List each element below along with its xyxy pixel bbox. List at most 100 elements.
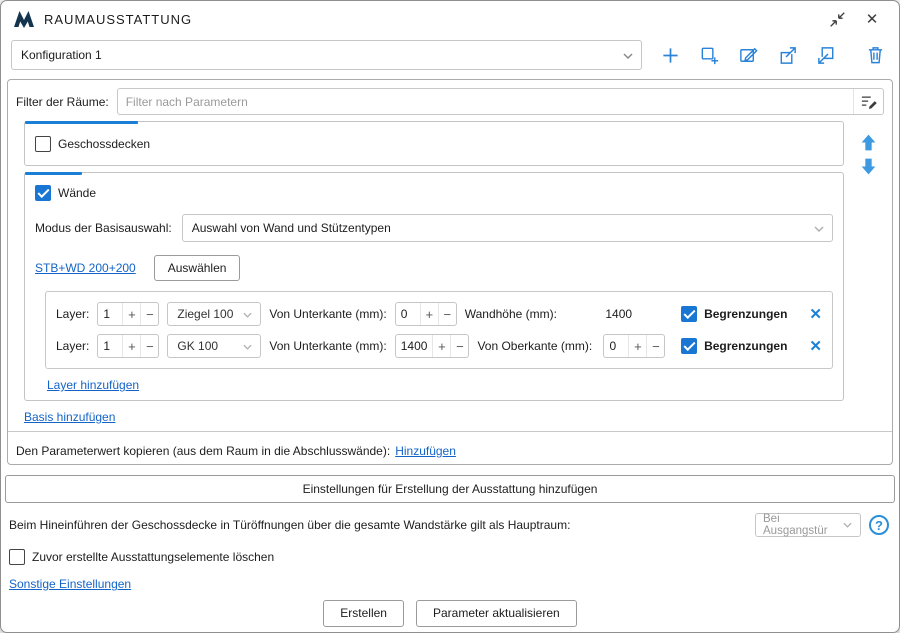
filter-edit-icon[interactable]	[853, 89, 883, 114]
add-configuration-icon[interactable]	[658, 43, 682, 67]
other-settings-link[interactable]: Sonstige Einstellungen	[9, 577, 131, 591]
collapse-window-icon[interactable]	[824, 7, 850, 31]
begrenzungen-checkbox[interactable]	[681, 338, 697, 354]
parameter-aktualisieren-button[interactable]: Parameter aktualisieren	[416, 600, 577, 627]
copy-parameter-add-link[interactable]: Hinzufügen	[395, 444, 456, 458]
begrenzungen-checkbox[interactable]	[681, 306, 697, 322]
chevron-down-icon	[243, 339, 252, 353]
decrement-button[interactable]: −	[140, 303, 158, 325]
wandhoehe-label: Wandhöhe (mm):	[465, 307, 583, 321]
increment-button[interactable]: +	[122, 303, 140, 325]
delete-existing-label: Zuvor erstellte Ausstattungselemente lös…	[32, 550, 274, 564]
delete-configuration-icon[interactable]	[863, 43, 887, 67]
remove-layer-icon[interactable]: ✕	[809, 307, 822, 322]
layer-label: Layer:	[56, 307, 89, 321]
material-select[interactable]: Ziegel 100	[167, 302, 261, 326]
delete-existing-row: Zuvor erstellte Ausstattungselemente lös…	[9, 549, 891, 565]
chevron-down-icon	[623, 48, 633, 62]
waende-label: Wände	[58, 186, 96, 200]
app-logo-icon	[13, 9, 35, 29]
move-up-icon[interactable]	[860, 133, 877, 152]
begrenzungen-group: Begrenzungen	[681, 338, 787, 354]
delete-existing-checkbox[interactable]	[9, 549, 25, 565]
von-unterkante-stepper[interactable]: 0 + −	[395, 302, 457, 326]
edit-configuration-icon[interactable]	[736, 43, 760, 67]
move-down-icon[interactable]	[860, 157, 877, 176]
decrement-button[interactable]: −	[450, 335, 468, 357]
increment-button[interactable]: +	[628, 335, 646, 357]
geschossdecken-check-row: Geschossdecken	[35, 136, 833, 152]
begrenzungen-label: Begrenzungen	[704, 307, 787, 321]
modus-row: Modus der Basisauswahl: Auswahl von Wand…	[35, 214, 833, 242]
begrenzungen-group: Begrenzungen	[681, 306, 787, 322]
filter-row: Filter der Räume:	[8, 86, 892, 121]
sections-list: Geschossdecken Wände Modus der Basisausw…	[24, 121, 844, 424]
increment-button[interactable]: +	[432, 335, 450, 357]
filter-label: Filter der Räume:	[16, 95, 109, 109]
decrement-button[interactable]: −	[646, 335, 664, 357]
modus-label: Modus der Basisauswahl:	[35, 221, 172, 235]
hauptraum-row: Beim Hineinführen der Geschossdecke in T…	[1, 503, 899, 537]
section-tab-indicator	[25, 121, 138, 124]
waende-checkbox[interactable]	[35, 185, 51, 201]
filter-input[interactable]	[118, 89, 853, 114]
hauptraum-select-value: Bei Ausgangstür	[763, 513, 840, 537]
basis-type-link[interactable]: STB+WD 200+200	[35, 261, 136, 275]
chevron-down-icon	[814, 221, 824, 235]
increment-button[interactable]: +	[420, 303, 438, 325]
waende-check-row: Wände	[35, 185, 833, 201]
configuration-row: Konfiguration 1	[1, 37, 899, 79]
duplicate-configuration-icon[interactable]	[697, 43, 721, 67]
layers-panel: Layer: 1 + − Ziegel 100	[45, 291, 833, 369]
footer-buttons: Erstellen Parameter aktualisieren	[1, 600, 899, 627]
material-select-value: Ziegel 100	[177, 307, 233, 321]
window-title: RAUMAUSSTATTUNG	[44, 12, 192, 27]
copy-parameter-text: Den Parameterwert kopieren (aus dem Raum…	[16, 444, 390, 458]
section-tab-indicator	[25, 172, 82, 175]
rooms-panel: Filter der Räume: Geschossdecken	[7, 79, 893, 465]
add-layer-link[interactable]: Layer hinzufügen	[47, 378, 139, 392]
configuration-toolbar	[658, 43, 887, 67]
add-creation-settings-button[interactable]: Einstellungen für Erstellung der Ausstat…	[5, 475, 895, 503]
layer-label: Layer:	[56, 339, 89, 353]
layer-row: Layer: 1 + − Ziegel 100	[56, 298, 822, 330]
geschossdecken-checkbox[interactable]	[35, 136, 51, 152]
layer-count-value: 1	[98, 307, 122, 321]
material-select[interactable]: GK 100	[167, 334, 261, 358]
increment-button[interactable]: +	[122, 335, 140, 357]
von-unterkante-label: Von Unterkante (mm):	[269, 339, 386, 353]
material-select-value: GK 100	[177, 339, 218, 353]
sections-area: Geschossdecken Wände Modus der Basisausw…	[8, 121, 892, 424]
geschossdecken-label: Geschossdecken	[58, 137, 150, 151]
reorder-rail	[844, 121, 892, 424]
von-oberkante-label: Von Oberkante (mm):	[477, 339, 595, 353]
von-unterkante-value: 1400	[396, 339, 433, 353]
hauptraum-select[interactable]: Bei Ausgangstür	[755, 513, 861, 537]
layer-count-stepper[interactable]: 1 + −	[97, 302, 159, 326]
von-oberkante-stepper[interactable]: 0 + −	[603, 334, 665, 358]
modus-select[interactable]: Auswahl von Wand und Stützentypen	[182, 214, 833, 242]
von-unterkante-stepper[interactable]: 1400 + −	[395, 334, 470, 358]
section-waende: Wände Modus der Basisauswahl: Auswahl vo…	[24, 172, 844, 401]
chevron-down-icon	[243, 307, 252, 321]
decrement-button[interactable]: −	[140, 335, 158, 357]
layer-count-value: 1	[98, 339, 122, 353]
export-configuration-icon[interactable]	[775, 43, 799, 67]
layer-row: Layer: 1 + − GK 100	[56, 330, 822, 362]
begrenzungen-label: Begrenzungen	[704, 339, 787, 353]
help-icon[interactable]: ?	[869, 515, 889, 535]
filter-input-wrap	[117, 88, 884, 115]
copy-parameter-row: Den Parameterwert kopieren (aus dem Raum…	[8, 431, 892, 458]
layer-count-stepper[interactable]: 1 + −	[97, 334, 159, 358]
import-configuration-icon[interactable]	[814, 43, 838, 67]
auswaehlen-button[interactable]: Auswählen	[154, 255, 241, 281]
configuration-select[interactable]: Konfiguration 1	[11, 40, 642, 70]
close-icon[interactable]: ✕	[859, 7, 885, 31]
remove-layer-icon[interactable]: ✕	[809, 339, 822, 354]
hauptraum-text: Beim Hineinführen der Geschossdecke in T…	[9, 518, 570, 532]
decrement-button[interactable]: −	[438, 303, 456, 325]
erstellen-button[interactable]: Erstellen	[323, 600, 404, 627]
von-unterkante-value: 0	[396, 307, 420, 321]
add-basis-link[interactable]: Basis hinzufügen	[24, 410, 115, 424]
modus-select-value: Auswahl von Wand und Stützentypen	[192, 221, 391, 235]
